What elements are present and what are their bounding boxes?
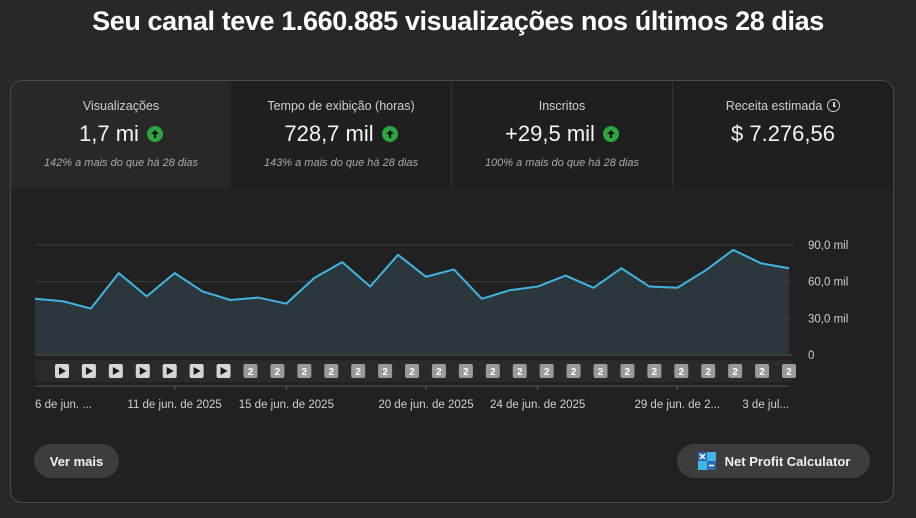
- x-tick-label: 20 de jun. de 2025: [378, 399, 473, 411]
- analytics-card: Visualizações 1,7 mi 142% a mais do que …: [10, 80, 894, 503]
- marker-count: 2: [302, 367, 308, 378]
- marker-count: 2: [355, 367, 361, 378]
- x-tick-label: 3 de jul...: [742, 399, 789, 411]
- marker-count: 2: [732, 367, 738, 378]
- marker-count: 2: [436, 367, 442, 378]
- marker-count: 2: [625, 367, 631, 378]
- marker-count: 2: [544, 367, 550, 378]
- marker-count: 2: [382, 367, 388, 378]
- x-tick-label: 24 de jun. de 2025: [490, 399, 585, 411]
- marker-count: 2: [490, 367, 496, 378]
- y-tick-label: 90,0 mil: [808, 240, 848, 252]
- net-profit-calculator-button[interactable]: Net Profit Calculator: [677, 444, 870, 478]
- x-tick-label: 11 de jun. de 2025: [127, 399, 221, 411]
- see-more-button[interactable]: Ver mais: [34, 444, 119, 478]
- net-profit-calculator-icon: [697, 451, 717, 471]
- marker-count: 2: [517, 367, 523, 378]
- y-tick-label: 30,0 mil: [808, 313, 848, 325]
- marker-count: 2: [275, 367, 281, 378]
- page-title: Seu canal teve 1.660.885 visualizações n…: [92, 6, 824, 36]
- net-profit-calculator-label: Net Profit Calculator: [724, 453, 851, 469]
- marker-count: 2: [328, 367, 334, 378]
- y-tick-label: 0: [808, 350, 814, 362]
- marker-count: 2: [679, 367, 685, 378]
- marker-count: 2: [409, 367, 415, 378]
- y-tick-label: 60,0 mil: [808, 277, 848, 289]
- x-tick-label: 6 de jun. ...: [35, 399, 92, 411]
- marker-count: 2: [598, 367, 604, 378]
- marker-count: 2: [705, 367, 711, 378]
- marker-count: 2: [759, 367, 765, 378]
- x-tick-label: 15 de jun. de 2025: [239, 399, 334, 411]
- marker-count: 2: [463, 367, 469, 378]
- marker-count: 2: [652, 367, 658, 378]
- x-tick-label: 29 de jun. de 2...: [634, 399, 720, 411]
- marker-count: 2: [571, 367, 577, 378]
- marker-count: 2: [248, 367, 254, 378]
- views-chart: 90,0 mil 60,0 mil 30,0 mil 0 2 2 2 2 2 2 2 2 2 2 2 2 2 2 2…: [34, 240, 848, 411]
- marker-count: 2: [786, 367, 792, 378]
